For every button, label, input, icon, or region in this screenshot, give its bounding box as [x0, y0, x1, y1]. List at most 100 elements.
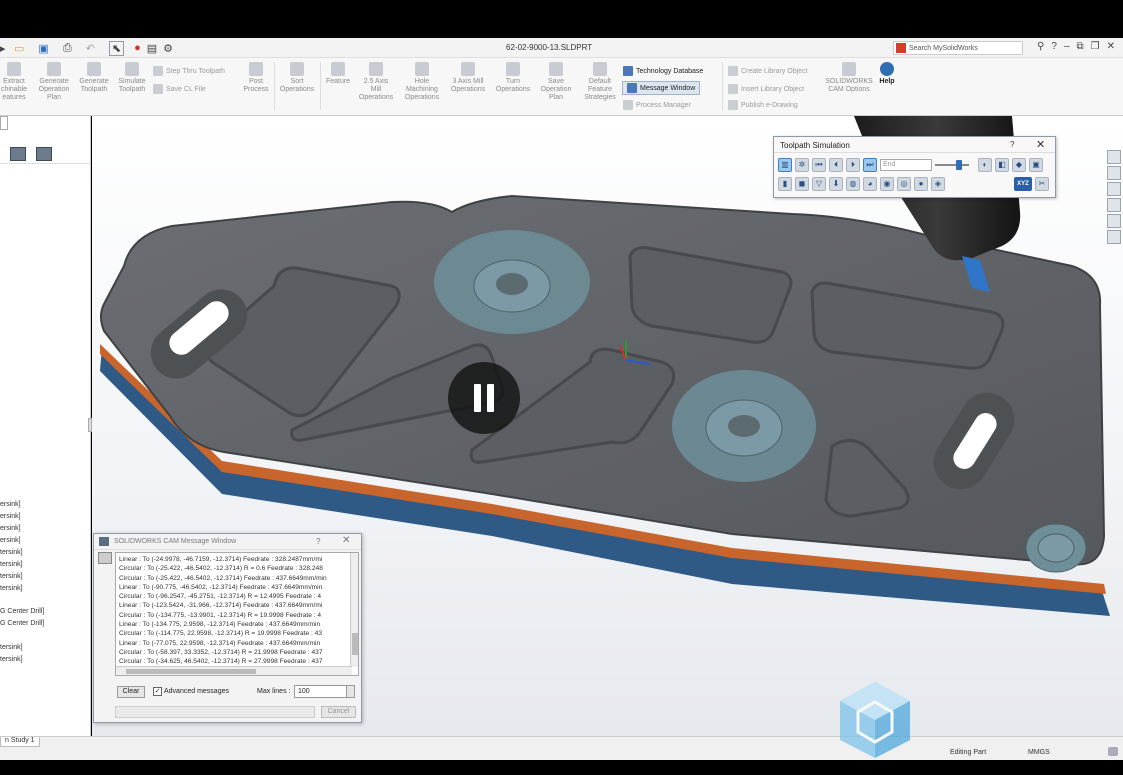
file-explorer-icon[interactable] — [1107, 182, 1121, 196]
message-window-button[interactable]: Message Window — [622, 81, 701, 95]
select-icon[interactable]: ⬉ — [108, 40, 125, 56]
tool-view-icon[interactable]: ◐ — [978, 158, 992, 172]
tree-item[interactable]: tersink] — [0, 549, 23, 556]
tile-icon[interactable]: ❐ — [1091, 41, 1100, 52]
settings-gear-icon[interactable]: ⚙ — [163, 42, 173, 55]
turn-operations-button[interactable]: Turn Operations — [492, 62, 534, 94]
file-properties-icon[interactable]: ▤ — [147, 42, 157, 55]
hole-machining-operations-button[interactable]: Hole Machining Operations — [400, 62, 444, 102]
close-icon[interactable]: ✕ — [342, 535, 350, 546]
custom-properties-icon[interactable] — [1107, 230, 1121, 244]
stock-view-icon[interactable]: ◧ — [995, 158, 1009, 172]
compare-icon[interactable]: ◉ — [880, 177, 894, 191]
insert-library-object-button[interactable]: Insert Library Object — [728, 84, 804, 94]
search-field[interactable]: Search MySolidWorks — [893, 41, 1023, 55]
help-icon[interactable]: ? — [1010, 140, 1014, 149]
max-lines-input[interactable]: 100 — [294, 685, 347, 698]
tree-item[interactable]: G Center Drill] — [0, 608, 44, 615]
help-icon[interactable]: ? — [316, 537, 320, 546]
scroll-thumb[interactable] — [352, 633, 358, 655]
help-question-icon[interactable]: ? — [1051, 41, 1057, 52]
resources-icon[interactable] — [1107, 166, 1121, 180]
tree-item[interactable]: tersink] — [0, 561, 23, 568]
extract-features-button[interactable]: Extract chinable eatures — [0, 62, 28, 102]
advanced-messages-checkbox[interactable]: ✓ — [153, 687, 162, 696]
sort-operations-button[interactable]: Sort Operations — [276, 62, 318, 94]
close-icon[interactable]: ✕ — [1036, 138, 1045, 151]
restore-icon[interactable]: ⧉ — [1077, 41, 1084, 52]
appearances-icon[interactable] — [1107, 214, 1121, 228]
step-thru-toolpath-button[interactable]: Step Thru Toolpath — [153, 66, 225, 76]
simulate-toolpath-button[interactable]: Simulate Toolpath — [114, 62, 150, 94]
scroll-thumb[interactable] — [126, 669, 256, 674]
tree-item[interactable]: tersink] — [0, 656, 23, 663]
search-icon[interactable]: ⚲ — [1037, 41, 1044, 52]
home-icon[interactable] — [1107, 150, 1121, 164]
toolpath-icon[interactable]: ⬇ — [829, 177, 843, 191]
play-to-end-icon[interactable]: ⏭ — [863, 158, 877, 172]
step-back-icon[interactable]: ⏴ — [829, 158, 843, 172]
open-icon[interactable]: ▣ — [38, 42, 48, 55]
cam-options-button[interactable]: SOLIDWORKS CAM Options — [823, 62, 875, 94]
study-tab[interactable]: n Study 1 — [0, 737, 40, 747]
options-icon[interactable]: ✲ — [795, 158, 809, 172]
panel-collapse-handle[interactable] — [0, 116, 8, 130]
cancel-button[interactable]: Cancel — [321, 706, 356, 718]
feature-button[interactable]: Feature — [322, 62, 354, 86]
save-operation-plan-button[interactable]: Save Operation Plan — [536, 62, 576, 102]
minimize-icon[interactable]: – — [1064, 41, 1070, 52]
run-to-dropdown[interactable]: End — [880, 159, 932, 171]
tree-item[interactable]: tersink] — [0, 585, 23, 592]
tree-item[interactable]: ersink] — [0, 513, 21, 520]
options-icon[interactable]: ▸ — [0, 42, 8, 55]
section-icon[interactable]: ◎ — [897, 177, 911, 191]
tree-item[interactable]: tersink] — [0, 644, 23, 651]
tree-item[interactable]: ersink] — [0, 501, 21, 508]
close-icon[interactable]: ✕ — [1107, 41, 1115, 52]
design-library-icon[interactable] — [1107, 198, 1121, 212]
slider-thumb[interactable] — [956, 160, 962, 170]
generate-operation-plan-button[interactable]: Generate Operation Plan — [34, 62, 74, 102]
create-library-object-button[interactable]: Create Library Object — [728, 66, 808, 76]
turbo-mode-icon[interactable]: ▮ — [778, 177, 792, 191]
speed-slider[interactable] — [935, 159, 969, 171]
video-pause-button[interactable] — [448, 362, 520, 434]
message-log[interactable]: Linear : To (-24.9978, -46.7159, -12.371… — [115, 552, 359, 676]
max-lines-stepper[interactable] — [347, 685, 355, 698]
undo-icon[interactable]: ↶ — [86, 42, 95, 55]
tab-operation-tree[interactable] — [36, 147, 52, 161]
mill-3-axis-operations-button[interactable]: 3 Axis Mill Operations — [446, 62, 490, 94]
save-cl-file-button[interactable]: Save CL File — [153, 84, 206, 94]
chat-icon[interactable] — [1108, 747, 1118, 756]
publish-edrawing-button[interactable]: Publish e-Drawing — [728, 100, 798, 110]
unit-system[interactable]: MMGS — [1028, 749, 1050, 756]
print-icon[interactable]: ⎙ — [63, 42, 72, 55]
tool-settings-icon[interactable]: ✂ — [1035, 177, 1049, 191]
generate-toolpath-button[interactable]: Generate Toolpath — [76, 62, 112, 94]
step-forward-icon[interactable]: ⏵ — [846, 158, 860, 172]
copy-icon[interactable] — [98, 552, 112, 564]
shaded-icon[interactable]: ◕ — [863, 177, 877, 191]
clear-button[interactable]: Clear — [117, 686, 145, 698]
collision-icon[interactable]: ● — [914, 177, 928, 191]
tool-holder-icon[interactable]: ◼ — [795, 177, 809, 191]
measure-icon[interactable]: ◈ — [931, 177, 945, 191]
part-view-icon[interactable]: ◆ — [1012, 158, 1026, 172]
display-mode-icon[interactable]: ▥ — [778, 158, 792, 172]
vertical-scrollbar[interactable] — [350, 553, 358, 667]
horizontal-scrollbar[interactable] — [116, 666, 352, 675]
xyz-display-button[interactable]: XYZ — [1014, 177, 1032, 191]
tree-item[interactable]: ersink] — [0, 525, 21, 532]
tree-item[interactable]: tersink] — [0, 573, 23, 580]
traffic-light-icon[interactable]: ● — [134, 42, 141, 54]
new-document-icon[interactable]: ▭ — [14, 42, 24, 55]
save-icon[interactable]: ▣ — [1029, 158, 1043, 172]
post-process-button[interactable]: Post Process — [240, 62, 272, 94]
tree-item[interactable]: G Center Drill] — [0, 620, 44, 627]
tool-icon[interactable]: ▽ — [812, 177, 826, 191]
default-feature-strategies-button[interactable]: Default Feature Strategies — [580, 62, 620, 102]
technology-database-button[interactable]: Technology Database — [623, 66, 703, 76]
tab-feature-tree[interactable] — [10, 147, 26, 161]
stock-icon[interactable]: ◍ — [846, 177, 860, 191]
rewind-to-start-icon[interactable]: ⏮ — [812, 158, 826, 172]
